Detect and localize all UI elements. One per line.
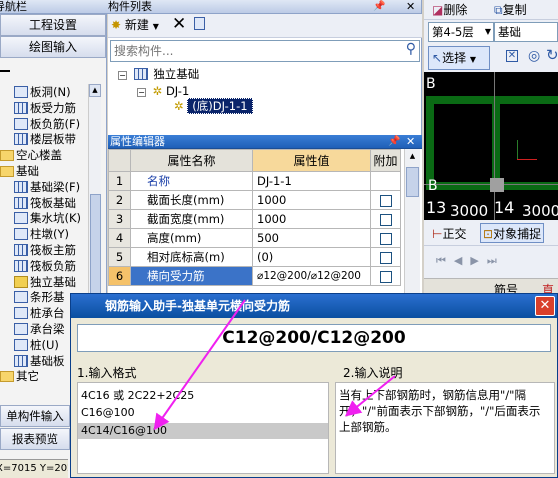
arrow-line-2 (344, 375, 396, 417)
arrow-line-1 (153, 299, 246, 431)
annotation-arrows (153, 299, 396, 431)
